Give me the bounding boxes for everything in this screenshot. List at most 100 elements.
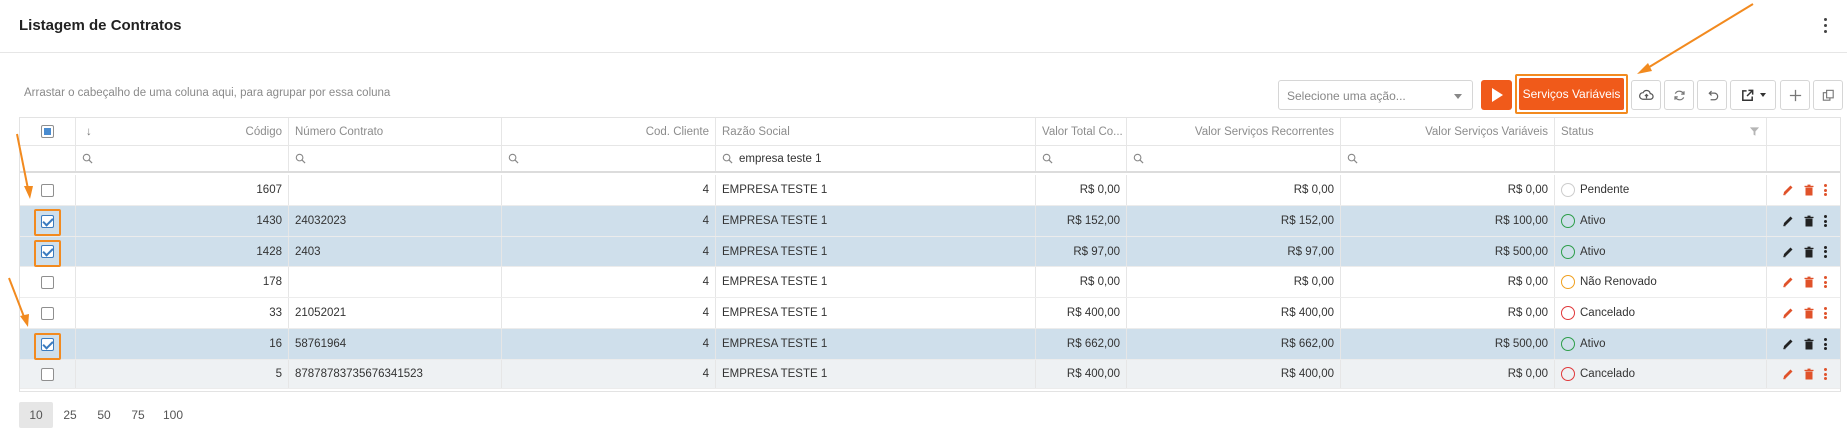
search-icon: [722, 153, 733, 164]
refresh-icon: [1673, 90, 1685, 100]
cell-contract-number: 24032023: [289, 206, 502, 236]
column-header-recurring-value[interactable]: Valor Serviços Recorrentes: [1127, 118, 1341, 145]
cell-variable-value: R$ 500,00: [1341, 237, 1555, 266]
cell-code: 1430: [76, 206, 289, 236]
pencil-icon[interactable]: [1782, 368, 1794, 380]
trash-icon[interactable]: [1803, 184, 1815, 196]
cell-recurring-value: R$ 400,00: [1127, 360, 1341, 388]
refresh-button[interactable]: [1664, 80, 1694, 110]
cloud-upload-button[interactable]: [1631, 80, 1661, 110]
page-size-option[interactable]: 100: [155, 402, 191, 428]
trash-icon[interactable]: [1803, 338, 1815, 350]
run-action-button[interactable]: [1481, 80, 1512, 110]
trash-icon[interactable]: [1803, 307, 1815, 319]
select-all-checkbox[interactable]: [41, 125, 54, 138]
row-menu-kebab-icon[interactable]: [1824, 307, 1828, 319]
filter-contract-number[interactable]: [289, 146, 502, 171]
pencil-icon[interactable]: [1782, 184, 1794, 196]
cell-total-value: R$ 662,00: [1036, 329, 1127, 359]
pencil-icon[interactable]: [1782, 276, 1794, 288]
filter-client-code[interactable]: [502, 146, 716, 171]
table-row[interactable]: 33 21052021 4 EMPRESA TESTE 1 R$ 400,00 R$ 40…: [20, 298, 1840, 329]
page-menu-kebab-icon[interactable]: [1818, 14, 1832, 36]
column-header-contract-number[interactable]: Número Contrato: [289, 118, 502, 145]
column-header-code[interactable]: ↓ Código: [76, 118, 289, 145]
row-select-cell[interactable]: [20, 360, 76, 388]
pencil-icon[interactable]: [1782, 307, 1794, 319]
table-row[interactable]: 5 87878783735676341523 4 EMPRESA TESTE 1 R$ …: [20, 360, 1840, 389]
cell-recurring-value: R$ 400,00: [1127, 298, 1341, 328]
pencil-icon[interactable]: [1782, 215, 1794, 227]
row-menu-kebab-icon[interactable]: [1824, 245, 1828, 258]
grid-header-row: ↓ Código Número Contrato Cod. Cliente Raz…: [20, 118, 1840, 146]
status-text: Cancelado: [1580, 368, 1635, 380]
row-menu-kebab-icon[interactable]: [1824, 184, 1828, 196]
row-checkbox[interactable]: [41, 306, 54, 320]
filter-actions-empty: [1767, 146, 1840, 171]
trash-icon[interactable]: [1803, 276, 1815, 288]
trash-icon[interactable]: [1803, 215, 1815, 227]
select-all-cell[interactable]: [20, 118, 76, 145]
filter-recurring-value[interactable]: [1127, 146, 1341, 171]
status-circle-icon: [1561, 183, 1575, 197]
cell-company-name: EMPRESA TESTE 1: [716, 237, 1036, 266]
table-row[interactable]: 178 4 EMPRESA TESTE 1 R$ 0,00 R$ 0,00 R$ 0,00…: [20, 267, 1840, 298]
row-checkbox[interactable]: [41, 367, 54, 381]
table-row[interactable]: 1607 4 EMPRESA TESTE 1 R$ 0,00 R$ 0,00 R$ 0,0…: [20, 175, 1840, 206]
row-menu-kebab-icon[interactable]: [1824, 276, 1828, 288]
column-header-status[interactable]: Status: [1555, 118, 1767, 145]
variable-services-button[interactable]: Serviços Variáveis: [1519, 78, 1624, 110]
search-icon: [1133, 153, 1144, 164]
row-checkbox[interactable]: [41, 183, 54, 197]
chevron-down-icon: [1760, 93, 1766, 97]
page-size-option[interactable]: 50: [87, 402, 121, 428]
export-button[interactable]: [1730, 80, 1776, 110]
column-header-total-value[interactable]: Valor Total Co...: [1036, 118, 1127, 145]
filter-variable-value[interactable]: [1341, 146, 1555, 171]
filter-code[interactable]: [76, 146, 289, 171]
pencil-icon[interactable]: [1782, 338, 1794, 350]
column-header-client-code[interactable]: Cod. Cliente: [502, 118, 716, 145]
table-row[interactable]: 16 58761964 4 EMPRESA TESTE 1 R$ 662,00 R$ 66…: [20, 329, 1840, 360]
row-checkbox[interactable]: [41, 275, 54, 289]
cell-code: 178: [76, 267, 289, 297]
row-menu-kebab-icon[interactable]: [1824, 338, 1828, 350]
filter-total-value[interactable]: [1036, 146, 1127, 171]
cell-code: 5: [76, 360, 289, 388]
column-header-company-name[interactable]: Razão Social: [716, 118, 1036, 145]
row-select-cell[interactable]: [20, 267, 76, 297]
table-row[interactable]: 1428 2403 4 EMPRESA TESTE 1 R$ 97,00 R$ 97,00…: [20, 237, 1840, 267]
trash-icon[interactable]: [1803, 368, 1815, 380]
row-select-cell[interactable]: [20, 298, 76, 328]
filter-company-name[interactable]: empresa teste 1: [716, 146, 1036, 171]
row-menu-kebab-icon[interactable]: [1824, 368, 1828, 380]
status-circle-icon: [1561, 337, 1575, 351]
filter-company-name-value[interactable]: empresa teste 1: [739, 153, 821, 165]
column-header-variable-value[interactable]: Valor Serviços Variáveis: [1341, 118, 1555, 145]
checkbox-highlight: [34, 240, 61, 267]
copy-button[interactable]: [1813, 80, 1843, 110]
page-size-option[interactable]: 10: [19, 402, 53, 428]
status-text: Não Renovado: [1580, 276, 1657, 288]
cell-actions: [1767, 360, 1840, 388]
page-title: Listagem de Contratos: [19, 17, 182, 34]
cell-actions: [1767, 175, 1840, 205]
cell-client-code: 4: [502, 206, 716, 236]
row-menu-kebab-icon[interactable]: [1824, 215, 1828, 227]
cell-client-code: 4: [502, 267, 716, 297]
table-row[interactable]: 1430 24032023 4 EMPRESA TESTE 1 R$ 152,00 R$ …: [20, 206, 1840, 237]
trash-icon[interactable]: [1803, 246, 1815, 258]
pencil-icon[interactable]: [1782, 246, 1794, 258]
cell-company-name: EMPRESA TESTE 1: [716, 267, 1036, 297]
cell-total-value: R$ 0,00: [1036, 267, 1127, 297]
group-panel-hint: Arrastar o cabeçalho de uma coluna aqui,…: [24, 87, 391, 99]
chevron-down-icon: [1454, 94, 1462, 99]
page-size-option[interactable]: 75: [121, 402, 155, 428]
action-select[interactable]: Selecione uma ação...: [1278, 80, 1473, 110]
row-select-cell[interactable]: [20, 175, 76, 205]
page-size-option[interactable]: 25: [53, 402, 87, 428]
undo-button[interactable]: [1697, 80, 1727, 110]
cell-actions: [1767, 267, 1840, 297]
filter-icon[interactable]: [1749, 126, 1760, 137]
add-button[interactable]: [1780, 80, 1810, 110]
